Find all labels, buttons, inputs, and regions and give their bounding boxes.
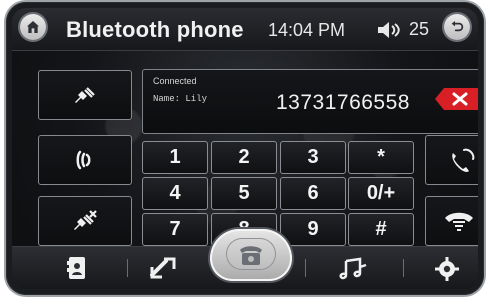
connect-button[interactable]: [38, 70, 132, 120]
key-star[interactable]: *: [348, 141, 414, 174]
call-icon: [240, 246, 262, 265]
dial-number: 13731766558: [276, 91, 410, 114]
clock: 14:04 PM: [268, 20, 346, 40]
home-button[interactable]: [20, 14, 46, 40]
divider: [403, 259, 404, 277]
bottom-bar: [12, 229, 478, 289]
app-title: Bluetooth phone: [66, 17, 244, 42]
plug-disconnect-icon: [74, 210, 97, 230]
divider: [305, 259, 306, 277]
settings-button[interactable]: [430, 256, 464, 282]
transfer-button[interactable]: [146, 256, 180, 282]
center-call-button[interactable]: [210, 229, 292, 281]
key-6[interactable]: 6: [280, 177, 346, 210]
divider: [127, 259, 128, 277]
top-bar: Bluetooth phone 14:04 PM 25: [12, 8, 478, 51]
screen: Bluetooth phone 14:04 PM 25 Connected Na…: [12, 8, 478, 289]
key-hash[interactable]: #: [348, 213, 414, 246]
key-1[interactable]: 1: [142, 141, 208, 174]
music-icon: [339, 257, 367, 280]
plug-icon: [75, 87, 95, 103]
home-icon: [27, 21, 39, 33]
volume-value: 25: [409, 19, 430, 39]
volume-icon: [378, 21, 400, 38]
device-frame: Bluetooth phone 14:04 PM 25 Connected Na…: [6, 2, 484, 295]
hangup-icon: [445, 212, 473, 231]
center-call-inner: [226, 238, 276, 270]
dial-keypad: 1 2 3 * 4 5 6 0/+ 7 8 9 #: [142, 141, 414, 247]
phone-ring-icon: [76, 150, 91, 170]
contact-name: Name: Lily: [153, 94, 208, 104]
backspace-button[interactable]: [434, 86, 478, 112]
back-button[interactable]: [444, 14, 470, 40]
hangup-button[interactable]: [425, 196, 478, 246]
call-info-panel: Connected Name: Lily 13731766558: [142, 69, 478, 134]
key-3[interactable]: 3: [280, 141, 346, 174]
key-5[interactable]: 5: [211, 177, 277, 210]
phonebook-icon: [67, 257, 85, 279]
key-9[interactable]: 9: [280, 213, 346, 246]
back-icon: [451, 21, 464, 32]
key-7[interactable]: 7: [142, 213, 208, 246]
key-0-plus[interactable]: 0/+: [348, 177, 414, 210]
gear-icon: [435, 257, 459, 281]
backspace-icon: [435, 88, 478, 110]
key-4[interactable]: 4: [142, 177, 208, 210]
volume-indicator[interactable]: 25: [376, 19, 429, 40]
call-button[interactable]: [425, 135, 478, 185]
transfer-icon: [150, 257, 176, 279]
disconnect-button[interactable]: [38, 196, 132, 246]
phonebook-button[interactable]: [60, 256, 94, 282]
call-hold-button[interactable]: [38, 135, 132, 185]
key-2[interactable]: 2: [211, 141, 277, 174]
connection-status: Connected: [153, 76, 197, 86]
music-button[interactable]: [336, 256, 370, 282]
handset-icon: [452, 148, 475, 172]
